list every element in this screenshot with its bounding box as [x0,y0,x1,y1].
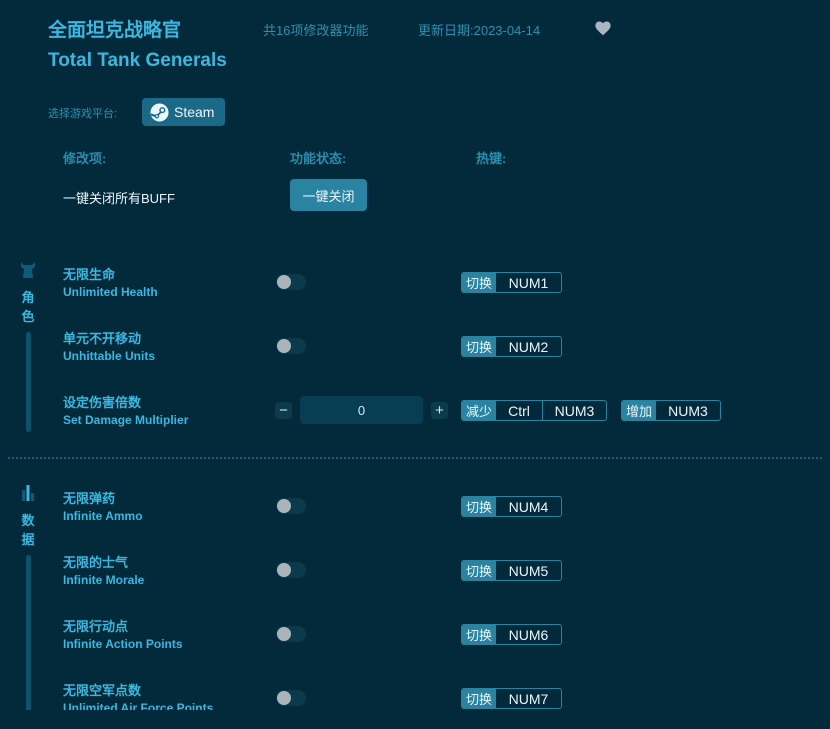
disable-all-label: 一键关闭所有BUFF [63,191,175,206]
steam-platform-button[interactable]: Steam [142,98,225,126]
option-name-en: Infinite Morale [63,573,145,587]
hotkey-unlimited-health[interactable]: 切换 NUM1 [461,272,563,293]
section-divider [8,457,822,459]
platform-label: 选择游戏平台: [48,108,118,120]
option-name-en: Infinite Ammo [63,509,143,523]
toggle-knob [277,563,291,577]
category-label: 角色 [21,290,35,324]
update-date: 更新日期:2023-04-14 [418,23,541,38]
hotkey-key: NUM4 [508,498,549,515]
toggle-infinite-action-points[interactable] [276,626,306,642]
option-infinite-morale: 无限的士气 Infinite Morale [63,555,144,589]
option-unlimited-health: 无限生命 Unlimited Health [63,267,158,301]
option-name-en: Unhittable Units [63,349,155,363]
toggle-unlimited-air-force-points[interactable] [276,690,306,706]
steam-label: Steam [174,104,215,120]
hotkey-action: 减少 [462,401,497,420]
toggle-knob [277,339,291,353]
hotkey-key: Ctrl [508,402,530,419]
steam-icon [150,102,169,122]
hotkey-action: 增加 [622,401,657,420]
column-header-status: 功能状态: [290,151,347,166]
feature-count: 共16项修改器功能 [263,23,369,38]
decrease-button[interactable]: − [275,402,292,419]
hotkey-infinite-morale[interactable]: 切换 NUM5 [461,560,563,581]
hotkey-infinite-action-points[interactable]: 切换 NUM6 [461,624,563,645]
hotkey-key: NUM2 [508,338,549,355]
option-unhittable-units: 单元不开移动 Unhittable Units [63,331,155,365]
toggle-unhittable-units[interactable] [276,338,306,354]
hotkey-action: 切换 [462,337,497,356]
hotkey-action: 切换 [462,273,497,292]
hotkey-action: 切换 [462,561,497,580]
hotkey-increase-damage[interactable]: 增加 NUM3 [621,400,722,421]
option-infinite-action-points: 无限行动点 Infinite Action Points [63,619,183,653]
stats-icon [22,485,34,501]
option-name-cn: 无限弹药 [63,491,116,506]
toggle-knob [277,691,291,705]
hotkey-unhittable-units[interactable]: 切换 NUM2 [461,336,563,357]
heart-icon[interactable] [594,20,612,36]
hotkey-infinite-ammo[interactable]: 切换 NUM4 [461,496,563,517]
option-name-cn: 无限的士气 [63,555,129,570]
hotkey-decrease-damage[interactable]: 减少 Ctrl NUM3 [461,400,608,421]
hotkey-key: NUM1 [508,274,549,291]
column-header-option: 修改项: [63,151,107,166]
toggle-infinite-morale[interactable] [276,562,306,578]
category-scroll-indicator [25,555,31,710]
disable-all-button[interactable]: 一键关闭 [290,179,367,211]
hotkey-action: 切换 [462,689,497,708]
toggle-knob [277,275,291,289]
option-name-cn: 单元不开移动 [63,331,142,346]
character-icon [21,262,35,278]
game-title-cn: 全面坦克战略官 [48,20,182,41]
hotkey-key: NUM5 [508,562,549,579]
option-infinite-ammo: 无限弹药 Infinite Ammo [63,491,143,525]
option-name-cn: 无限行动点 [63,619,129,634]
game-title-en: Total Tank Generals [48,50,227,71]
category-label: 数据 [21,513,35,547]
category-character[interactable]: 角色 [13,262,43,432]
category-scroll-indicator [25,332,31,432]
toggle-knob [277,627,291,641]
damage-multiplier-input[interactable] [300,396,423,424]
option-unlimited-air-force-points: 无限空军点数 Unlimited Air Force Points [63,683,213,710]
hotkey-key: NUM6 [508,626,549,643]
option-name-cn: 无限生命 [63,267,116,282]
increase-button[interactable]: + [431,402,448,419]
category-stats[interactable]: 数据 [13,485,43,710]
toggle-unlimited-health[interactable] [276,274,306,290]
option-name-cn: 无限空军点数 [63,683,142,698]
option-name-cn: 设定伤害倍数 [63,395,142,410]
hotkey-key: NUM7 [508,690,549,707]
hotkey-action: 切换 [462,625,497,644]
trainer-window: 全面坦克战略官 Total Tank Generals 共16项修改器功能 更新… [0,0,830,710]
toggle-infinite-ammo[interactable] [276,498,306,514]
option-name-en: Infinite Action Points [63,637,183,651]
option-name-en: Set Damage Multiplier [63,413,189,427]
toggle-knob [277,499,291,513]
column-header-hotkey: 热键: [476,151,507,166]
option-name-en: Unlimited Air Force Points [63,701,214,710]
hotkey-key: NUM3 [542,401,606,420]
hotkey-action: 切换 [462,497,497,516]
option-name-en: Unlimited Health [63,285,158,299]
hotkey-unlimited-air-force-points[interactable]: 切换 NUM7 [461,688,563,709]
hotkey-key: NUM3 [668,402,708,419]
option-damage-multiplier: 设定伤害倍数 Set Damage Multiplier [63,395,188,429]
